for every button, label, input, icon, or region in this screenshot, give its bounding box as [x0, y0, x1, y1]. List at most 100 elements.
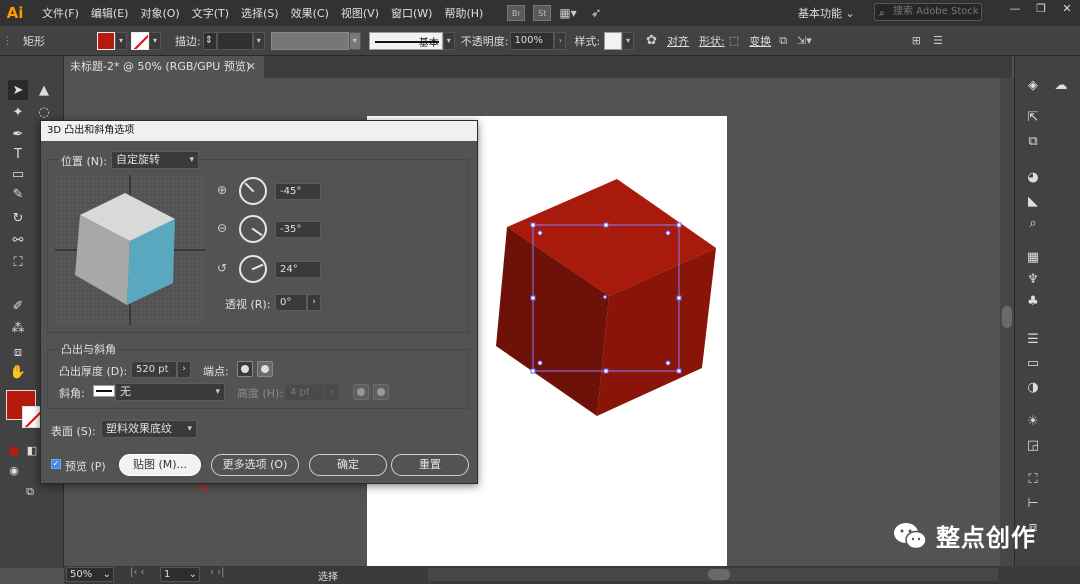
- perspective-slider-button[interactable]: ›: [307, 294, 321, 311]
- gradient-panel-icon[interactable]: ▭: [1023, 354, 1043, 372]
- transform-panel-icon[interactable]: ⛶: [1023, 470, 1043, 488]
- color-guide-icon[interactable]: ◣: [1023, 192, 1043, 210]
- type-tool-icon[interactable]: T: [8, 144, 28, 164]
- variable-width-profile[interactable]: [270, 31, 349, 50]
- preview-label[interactable]: 预览 (P): [65, 458, 106, 474]
- brush-dropdown[interactable]: ▾: [442, 31, 455, 50]
- menu-file[interactable]: 文件(F): [42, 5, 79, 21]
- stroke-dropdown[interactable]: ▾: [149, 31, 161, 50]
- perspective-field[interactable]: 0°: [275, 294, 307, 311]
- zoom-level-field[interactable]: 50% ⌄: [66, 567, 114, 582]
- transform-link[interactable]: 变换: [749, 33, 771, 49]
- vertical-scroll-thumb[interactable]: [1002, 306, 1012, 328]
- fill-swatch[interactable]: [97, 31, 115, 50]
- menu-view[interactable]: 视图(V): [341, 5, 379, 21]
- color-icon[interactable]: ◕: [1023, 168, 1043, 186]
- reset-button[interactable]: 重置: [391, 454, 469, 476]
- recolor-artwork-icon[interactable]: ✿: [646, 33, 657, 48]
- pen-tool-icon[interactable]: ✒: [8, 124, 28, 144]
- transparency-icon[interactable]: ◑: [1023, 378, 1043, 396]
- stroke-weight-field[interactable]: [216, 31, 253, 50]
- fill-dropdown[interactable]: ▾: [115, 31, 127, 50]
- menu-help[interactable]: 帮助(H): [444, 5, 483, 21]
- selection-tool-icon[interactable]: ➤: [8, 80, 28, 100]
- symbol-sprayer-tool-icon[interactable]: ⁂: [8, 318, 28, 338]
- document-tab[interactable]: 未标题-2* @ 50% (RGB/GPU 预览) ✕: [64, 56, 264, 78]
- stroke-panel-icon[interactable]: ☰: [1023, 330, 1043, 348]
- screen-mode-icon[interactable]: ⧉: [20, 482, 40, 502]
- rotation-preview-track[interactable]: [55, 175, 205, 325]
- horizontal-scrollbar[interactable]: [428, 568, 998, 581]
- menu-edit[interactable]: 编辑(E): [91, 5, 129, 21]
- control-panel-menu-icon[interactable]: ☰: [933, 34, 943, 47]
- bevel-select[interactable]: 无 ▾: [115, 383, 225, 401]
- ok-button[interactable]: 确定: [309, 454, 387, 476]
- opacity-stepper[interactable]: ›: [554, 31, 567, 50]
- map-art-button[interactable]: 贴图 (M)...: [119, 454, 201, 476]
- eyedropper-tool-icon[interactable]: ✐: [8, 296, 28, 316]
- rotate-tool-icon[interactable]: ↻: [8, 208, 28, 228]
- cap-off-button[interactable]: [257, 361, 273, 377]
- artboards-icon[interactable]: ⧉: [1023, 132, 1043, 150]
- artboard-nav-first-prev[interactable]: |‹ ‹: [130, 567, 145, 578]
- status-text[interactable]: 选择: [318, 568, 338, 583]
- hand-tool-icon[interactable]: ✋: [8, 362, 28, 382]
- appearance-icon[interactable]: ☀: [1023, 412, 1043, 430]
- brushes-icon[interactable]: ♆: [1023, 270, 1043, 288]
- swatches-icon[interactable]: ▦: [1023, 248, 1043, 266]
- export-icon[interactable]: ⇱: [1023, 108, 1043, 126]
- artboard-number-field[interactable]: 1 ⌄: [160, 567, 200, 582]
- color-mode-icon[interactable]: ■: [4, 440, 24, 460]
- layers-icon[interactable]: ◈: [1023, 76, 1043, 94]
- rotate-z-dial[interactable]: [239, 255, 267, 283]
- horizontal-scroll-thumb[interactable]: [708, 569, 730, 580]
- menu-object[interactable]: 对象(O): [140, 5, 179, 21]
- arrange-documents-icon[interactable]: ▦▾: [559, 6, 576, 20]
- surface-select[interactable]: 塑料效果底纹 ▾: [101, 420, 197, 438]
- gpu-performance-icon[interactable]: ➶: [591, 6, 602, 21]
- minimize-button[interactable]: —: [1002, 0, 1028, 20]
- align-link[interactable]: 对齐: [667, 33, 689, 49]
- width-tool-icon[interactable]: ⚯: [8, 230, 28, 250]
- paintbrush-tool-icon[interactable]: ✎: [8, 184, 28, 204]
- cc-libraries-icon[interactable]: ☁: [1051, 76, 1071, 94]
- rotate-y-dial[interactable]: [239, 215, 267, 243]
- stock-search-input[interactable]: ⌕ 搜索 Adobe Stock: [874, 3, 982, 21]
- graphic-style-swatch[interactable]: [604, 31, 623, 50]
- graphic-style-dropdown[interactable]: ▾: [622, 31, 635, 50]
- menu-window[interactable]: 窗口(W): [391, 5, 432, 21]
- stroke-weight-dropdown[interactable]: ▾: [252, 31, 265, 50]
- rotate-x-field[interactable]: -45°: [275, 183, 321, 200]
- isolate-object-icon[interactable]: ⧉: [779, 34, 787, 48]
- opacity-field[interactable]: 100%: [510, 31, 555, 50]
- menu-type[interactable]: 文字(T): [192, 5, 229, 21]
- swatches-search-icon[interactable]: ⌕: [1023, 214, 1043, 232]
- bridge-icon[interactable]: Br: [507, 5, 526, 21]
- rotate-z-field[interactable]: 24°: [275, 261, 321, 278]
- more-options-button[interactable]: 更多选项 (O): [211, 454, 299, 476]
- extrude-depth-slider-button[interactable]: ›: [177, 361, 191, 378]
- graphic-styles-icon[interactable]: ◲: [1023, 436, 1043, 454]
- opacity-label[interactable]: 不透明度:: [461, 33, 509, 49]
- direct-selection-tool-icon[interactable]: ▲: [34, 80, 54, 100]
- position-select[interactable]: 自定旋转 ▾: [111, 151, 199, 169]
- magic-wand-tool-icon[interactable]: ✦: [8, 102, 28, 122]
- gradient-mode-icon[interactable]: ◧: [22, 440, 42, 460]
- workspace-switcher[interactable]: 基本功能 ⌄: [798, 5, 855, 21]
- dialog-title[interactable]: 3D 凸出和斜角选项: [41, 121, 477, 141]
- stroke-label[interactable]: 描边:: [175, 33, 201, 49]
- close-icon[interactable]: ✕: [247, 56, 256, 78]
- close-window-button[interactable]: ✕: [1054, 0, 1080, 20]
- preview-checkbox[interactable]: ✓: [51, 459, 61, 469]
- extrude-depth-field[interactable]: 520 pt: [131, 361, 177, 378]
- stroke-weight-stepper[interactable]: ⇕: [202, 31, 217, 50]
- arrange-icon[interactable]: ⇲▾: [797, 34, 812, 47]
- rotate-y-field[interactable]: -35°: [275, 221, 321, 238]
- menu-effect[interactable]: 效果(C): [291, 5, 329, 21]
- stock-icon[interactable]: St: [533, 5, 552, 21]
- draw-mode-icon[interactable]: ◉: [4, 460, 24, 480]
- restore-button[interactable]: ❐: [1028, 0, 1054, 20]
- rectangle-tool-icon[interactable]: ▭: [8, 164, 28, 184]
- brush-definition[interactable]: 基本: [368, 31, 443, 50]
- menu-select[interactable]: 选择(S): [241, 5, 279, 21]
